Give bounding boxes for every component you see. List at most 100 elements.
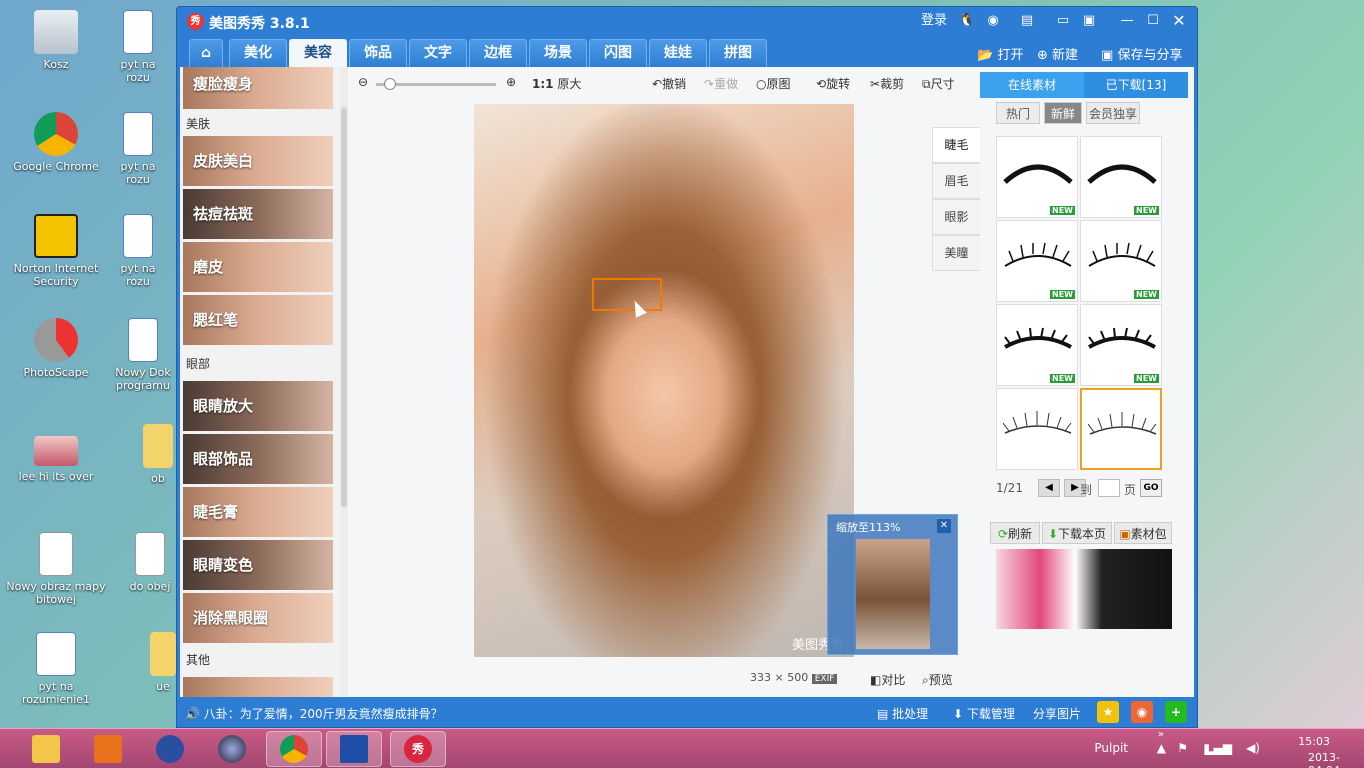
login-link[interactable]: 登录 bbox=[919, 11, 949, 31]
tab-accessories[interactable]: 饰品 bbox=[349, 39, 407, 67]
vtab-eyelash[interactable]: 睫毛 bbox=[932, 127, 980, 163]
taskbar-office[interactable] bbox=[80, 731, 136, 767]
filter-vip[interactable]: 会员独享 bbox=[1086, 102, 1140, 124]
vtab-contacts[interactable]: 美瞳 bbox=[932, 235, 980, 271]
tab-home[interactable]: ⌂ bbox=[189, 39, 223, 67]
flag-icon[interactable]: ⚑ bbox=[1177, 741, 1188, 755]
navigator-thumbnail[interactable] bbox=[856, 539, 930, 649]
tab-collage[interactable]: 拼图 bbox=[709, 39, 767, 67]
doc-desktop-icon[interactable]: Nowy Dok programu bbox=[108, 318, 178, 392]
tab-beautify[interactable]: 美化 bbox=[229, 39, 287, 67]
news-ticker[interactable]: 🔊 八卦：为了爱情，200斤男友竟然瘦成排骨？ bbox=[185, 705, 443, 722]
undo-button[interactable]: ↶撤销 bbox=[652, 75, 686, 92]
eyelash-item[interactable]: NEW bbox=[1080, 220, 1162, 302]
rotate-button[interactable]: ⟲旋转 bbox=[816, 75, 850, 92]
eyelash-item[interactable]: NEW bbox=[996, 220, 1078, 302]
feature-dark-circles[interactable]: 消除黑眼圈 bbox=[183, 593, 333, 643]
chrome-desktop-icon[interactable]: Google Chrome bbox=[6, 112, 106, 173]
recycle-bin-desktop-icon[interactable]: Kosz bbox=[6, 10, 106, 71]
volume-icon[interactable]: ◀) bbox=[1246, 741, 1260, 755]
batch-button[interactable]: ▤ 批处理 bbox=[877, 705, 928, 722]
scrollbar-thumb[interactable] bbox=[341, 107, 347, 507]
close-icon[interactable]: ✕ bbox=[1169, 11, 1189, 31]
download-page-button[interactable]: ⬇下载本页 bbox=[1042, 522, 1112, 544]
minimize-icon[interactable]: — bbox=[1117, 11, 1137, 31]
image-desktop-icon[interactable]: lee hi its over bbox=[6, 436, 106, 483]
original-image-button[interactable]: ○原图 bbox=[756, 75, 791, 92]
weibo-share-icon[interactable]: ◉ bbox=[1131, 701, 1153, 723]
tab-downloaded[interactable]: 已下载[13] bbox=[1084, 72, 1188, 98]
tab-frame[interactable]: 边框 bbox=[469, 39, 527, 67]
page-input[interactable] bbox=[1098, 479, 1120, 497]
feature-smooth-skin[interactable]: 磨皮 bbox=[183, 242, 333, 292]
exif-button[interactable]: EXIF bbox=[811, 674, 838, 684]
filter-fresh[interactable]: 新鲜 bbox=[1044, 102, 1082, 124]
norton-desktop-icon[interactable]: Norton Internet Security bbox=[6, 214, 106, 288]
taskbar-meitu[interactable]: 秀 bbox=[390, 731, 446, 767]
feature-eye-color[interactable]: 眼睛变色 bbox=[183, 540, 333, 590]
doc-desktop-icon[interactable]: pyt na rozumienie1 bbox=[6, 632, 106, 706]
qq-icon[interactable]: 🐧 bbox=[957, 11, 977, 31]
feedback-icon[interactable]: ▭ bbox=[1053, 11, 1073, 31]
photoscape-desktop-icon[interactable]: PhotoScape bbox=[6, 318, 106, 379]
feature-mascara[interactable]: 睫毛膏 bbox=[183, 487, 333, 537]
clock-date[interactable]: 2013-04-04 bbox=[1308, 751, 1340, 768]
feature-acne[interactable]: 祛痘祛斑 bbox=[183, 189, 333, 239]
doc-desktop-icon[interactable]: pyt na rozu bbox=[108, 112, 168, 186]
save-share-button[interactable]: ▣ 保存与分享 bbox=[1101, 44, 1182, 63]
zoom-in-icon[interactable]: ⊕ bbox=[506, 75, 516, 89]
taskbar-chrome[interactable] bbox=[266, 731, 322, 767]
download-manager-button[interactable]: ⬇ 下载管理 bbox=[953, 705, 1015, 722]
desktop-toolbar-label[interactable]: Pulpit bbox=[1094, 741, 1128, 755]
eyelash-item[interactable] bbox=[996, 388, 1078, 470]
resize-button[interactable]: ⧉尺寸 bbox=[922, 75, 955, 92]
more-share-icon[interactable]: + bbox=[1165, 701, 1187, 723]
doc-desktop-icon[interactable]: do obej bbox=[124, 532, 176, 593]
vtab-eyeshadow[interactable]: 眼影 bbox=[932, 199, 980, 235]
eyelash-item[interactable]: NEW bbox=[1080, 304, 1162, 386]
ad-banner[interactable] bbox=[996, 549, 1172, 629]
eyelash-item[interactable]: NEW bbox=[996, 304, 1078, 386]
eyelash-item-selected[interactable] bbox=[1080, 388, 1162, 470]
original-size-button[interactable]: 1:1 原大 bbox=[532, 75, 581, 92]
crop-button[interactable]: ✂裁剪 bbox=[870, 75, 904, 92]
taskbar-help[interactable] bbox=[142, 731, 198, 767]
feature-panel-scrollbar[interactable] bbox=[340, 67, 348, 697]
eyelash-item[interactable]: NEW bbox=[1080, 136, 1162, 218]
vtab-eyebrow[interactable]: 眉毛 bbox=[932, 163, 980, 199]
eyelash-item[interactable]: NEW bbox=[996, 136, 1078, 218]
menu-icon[interactable]: ▣ bbox=[1079, 11, 1099, 31]
tab-online-materials[interactable]: 在线素材 bbox=[980, 72, 1084, 98]
folder-desktop-icon[interactable]: ob bbox=[140, 424, 176, 485]
weibo-icon[interactable]: ◉ bbox=[983, 11, 1003, 31]
prev-page-icon[interactable]: ◀ bbox=[1038, 479, 1060, 497]
material-pack-button[interactable]: ▣素材包 bbox=[1114, 522, 1172, 544]
feature-eye-enlarge[interactable]: 眼睛放大 bbox=[183, 381, 333, 431]
tray-expand-icon[interactable]: ▲ bbox=[1157, 741, 1166, 755]
tab-doll[interactable]: 娃娃 bbox=[649, 39, 707, 67]
refresh-button[interactable]: ⟳刷新 bbox=[990, 522, 1040, 544]
feature-skin-whiten[interactable]: 皮肤美白 bbox=[183, 136, 333, 186]
tab-cosmetic[interactable]: 美容 bbox=[289, 39, 347, 67]
open-button[interactable]: 📂 打开 bbox=[977, 44, 1023, 63]
doc-desktop-icon[interactable]: pyt na rozu bbox=[108, 214, 168, 288]
tab-text[interactable]: 文字 bbox=[409, 39, 467, 67]
new-button[interactable]: ⊕ 新建 bbox=[1037, 44, 1078, 63]
maximize-icon[interactable]: ☐ bbox=[1143, 11, 1163, 31]
qzone-share-icon[interactable]: ★ bbox=[1097, 701, 1119, 723]
image-canvas[interactable]: 美图秀秀 bbox=[474, 104, 854, 657]
tab-flash[interactable]: 闪图 bbox=[589, 39, 647, 67]
taskbar-explorer[interactable] bbox=[18, 731, 74, 767]
eyelash-placement-box[interactable] bbox=[592, 278, 662, 311]
feature-eye-accessories[interactable]: 眼部饰品 bbox=[183, 434, 333, 484]
zoom-out-icon[interactable]: ⊖ bbox=[358, 75, 368, 89]
go-button[interactable]: GO bbox=[1140, 479, 1162, 497]
feature-blush[interactable]: 腮红笔 bbox=[183, 295, 333, 345]
toolbar-expand-icon[interactable]: » bbox=[1158, 729, 1164, 740]
redo-button[interactable]: ↷重做 bbox=[704, 75, 738, 92]
compare-button[interactable]: ◧对比 bbox=[870, 671, 905, 688]
zoom-slider[interactable] bbox=[376, 78, 496, 90]
clock-time[interactable]: 15:03 bbox=[1298, 735, 1330, 748]
preview-button[interactable]: ⌕预览 bbox=[922, 671, 953, 688]
feature-other-preview[interactable] bbox=[183, 677, 333, 697]
